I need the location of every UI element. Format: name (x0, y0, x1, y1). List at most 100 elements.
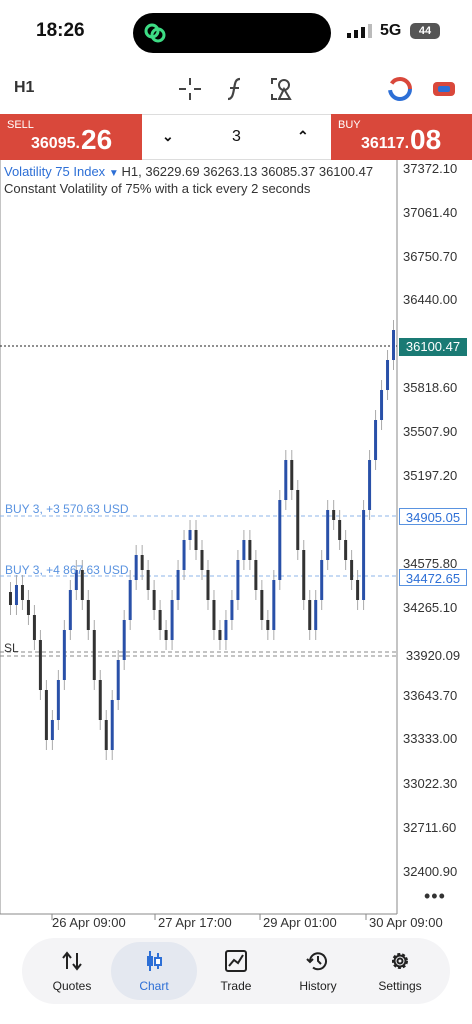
timeframe-button[interactable]: H1 (14, 79, 34, 97)
candle-body (212, 600, 216, 630)
candle-body (164, 630, 168, 640)
price-tick: 33643.70 (403, 688, 458, 703)
candle-body (332, 510, 336, 520)
sell-button[interactable]: SELL 36095. 26 (0, 114, 142, 160)
chart-icon (147, 951, 162, 971)
candle-body (278, 500, 282, 580)
trade-icon (225, 950, 247, 972)
candle-body (20, 585, 24, 600)
candle-body (386, 360, 390, 390)
price-tick: 37061.40 (403, 205, 458, 220)
candle-body (50, 720, 54, 740)
candle-body (230, 600, 234, 620)
price-tick: 35818.60 (403, 380, 458, 395)
candle-body (218, 630, 222, 640)
one-click-trading-icon[interactable] (387, 76, 413, 102)
time-tick: 26 Apr 09:00 (52, 915, 126, 930)
candle-body (176, 570, 180, 600)
sell-label: SELL (7, 119, 34, 131)
trade-panel: SELL 36095. 26 ⌄ 3 ⌃ BUY 36117. 08 (0, 114, 472, 160)
order1-price-label[interactable]: 34905.05 (399, 508, 467, 525)
sell-price-main: 36095. (31, 135, 80, 152)
price-tick: 33022.30 (403, 776, 458, 791)
tab-chart[interactable]: Chart (111, 942, 197, 1000)
candle-body (206, 570, 210, 600)
buy-button[interactable]: BUY 36117. 08 (331, 114, 472, 160)
candle-body (116, 660, 120, 700)
chart-toolbar: H1 (0, 68, 472, 110)
candle-body (134, 555, 138, 580)
candle-body (236, 560, 240, 600)
time-tick: 27 Apr 17:00 (158, 915, 232, 930)
objects-icon[interactable] (269, 76, 295, 102)
indicator-icon[interactable] (223, 76, 249, 102)
stop-loss-label[interactable]: SL (4, 641, 19, 655)
candle-body (62, 630, 66, 680)
order2-label[interactable]: BUY 3, +4 867.63 USD (5, 563, 129, 577)
order1-label[interactable]: BUY 3, +3 570.63 USD (5, 502, 129, 516)
candle-body (356, 580, 360, 600)
price-tick: 37372.10 (403, 161, 458, 176)
candle-body (260, 590, 264, 620)
candle-body (392, 330, 396, 360)
volume-control: ⌄ 3 ⌃ (142, 114, 331, 160)
price-tick: 33333.00 (403, 731, 458, 746)
candle-body (158, 610, 162, 630)
current-price-label: 36100.47 (399, 338, 467, 356)
candle-body (296, 490, 300, 550)
price-tick: 36750.70 (403, 249, 458, 264)
candle-body (170, 600, 174, 640)
candle-body (128, 580, 132, 620)
candle-body (140, 555, 144, 570)
candle-body (224, 620, 228, 640)
price-tick: 35507.90 (403, 424, 458, 439)
price-tick: 36440.00 (403, 292, 458, 307)
more-icon[interactable]: ••• (424, 886, 446, 907)
time-tick: 30 Apr 09:00 (369, 915, 443, 930)
symbol-description: Constant Volatility of 75% with a tick e… (4, 181, 311, 196)
candle-body (314, 600, 318, 630)
tab-quotes[interactable]: Quotes (29, 942, 115, 1000)
candlestick-chart[interactable] (0, 160, 472, 938)
candle-body (380, 390, 384, 420)
candle-body (248, 540, 252, 560)
network-type: 5G (380, 22, 402, 39)
candle-body (8, 592, 12, 605)
candle-body (32, 615, 36, 640)
dynamic-island (133, 13, 331, 53)
candle-body (92, 630, 96, 680)
tab-trade[interactable]: Trade (193, 942, 279, 1000)
tab-history[interactable]: History (275, 942, 361, 1000)
settings-icon (392, 953, 408, 969)
signal-icon (347, 24, 372, 38)
volume-increase-button[interactable]: ⌃ (297, 128, 309, 145)
buy-price-main: 36117. (361, 135, 410, 152)
price-chart[interactable]: Volatility 75 Index ▼ H1, 36229.69 36263… (0, 160, 472, 938)
symbol-name[interactable]: Volatility 75 Index (4, 164, 105, 179)
candle-body (374, 420, 378, 460)
candle-body (290, 460, 294, 490)
candle-body (14, 585, 18, 605)
candle-body (182, 540, 186, 570)
symbol-dropdown-icon[interactable]: ▼ (109, 168, 122, 179)
crosshair-icon[interactable] (177, 76, 203, 102)
new-order-icon[interactable] (431, 76, 457, 102)
candle-body (362, 510, 366, 600)
tab-label: Quotes (52, 979, 92, 993)
stop-loss-price-label[interactable]: 33920.09 (399, 647, 467, 664)
order2-price-label[interactable]: 34472.65 (399, 569, 467, 586)
candle-body (320, 560, 324, 600)
bottom-tab-bar: Quotes Chart Trade History Settings (22, 938, 450, 1004)
candle-body (200, 550, 204, 570)
price-tick: 35197.20 (403, 468, 458, 483)
candle-body (56, 680, 60, 720)
buy-label: BUY (338, 119, 361, 131)
candle-body (122, 620, 126, 660)
candle-body (38, 640, 42, 690)
price-tick: 34265.10 (403, 600, 458, 615)
candle-body (326, 510, 330, 560)
candle-body (188, 530, 192, 540)
tab-settings[interactable]: Settings (357, 942, 443, 1000)
candle-body (44, 690, 48, 740)
link-icon (144, 23, 166, 43)
